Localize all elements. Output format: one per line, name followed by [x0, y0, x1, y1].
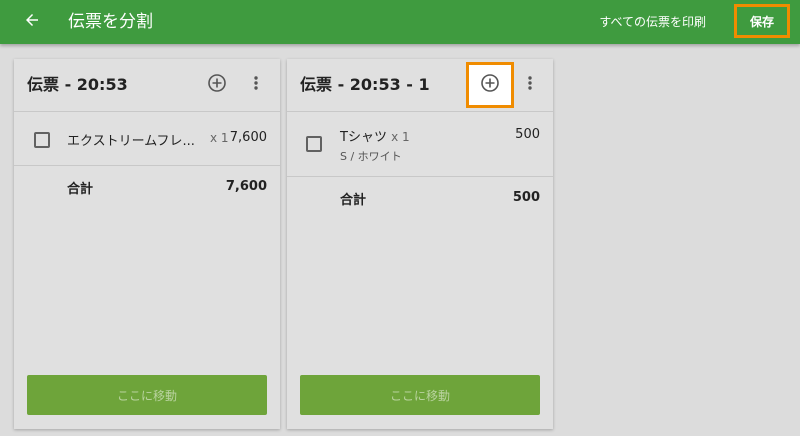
more-menu-button[interactable] [520, 73, 540, 97]
item-price: 7,600 [229, 130, 267, 145]
save-button[interactable]: 保存 [734, 4, 790, 38]
item-row[interactable]: エクストリームフレ... x 1 7,600 [14, 112, 280, 166]
item-name: Tシャツ x 1 [340, 126, 410, 145]
item-quantity: x 1 [210, 131, 229, 145]
more-vert-icon [527, 75, 533, 95]
card-header: 伝票 - 20:53 [14, 59, 280, 112]
add-button[interactable] [466, 62, 514, 108]
back-button[interactable] [18, 8, 46, 36]
move-here-button[interactable]: ここに移動 [300, 375, 540, 415]
item-checkbox[interactable] [306, 136, 322, 152]
item-row[interactable]: Tシャツ x 1 S / ホワイト 500 [287, 112, 553, 177]
card-title: 伝票 - 20:53 - 1 [300, 75, 430, 94]
total-label: 合計 [340, 193, 367, 208]
card-header: 伝票 - 20:53 - 1 [287, 59, 553, 112]
more-vert-icon [253, 75, 259, 95]
add-circle-icon [207, 73, 227, 97]
move-here-button[interactable]: ここに移動 [27, 375, 267, 415]
card-title: 伝票 - 20:53 [27, 75, 128, 94]
total-value: 500 [512, 190, 540, 205]
item-name-text: エクストリームフレ... [67, 134, 195, 149]
item-price: 500 [515, 127, 540, 142]
app-bar: 伝票を分割 すべての伝票を印刷 保存 [0, 0, 800, 44]
add-button[interactable] [205, 73, 229, 97]
print-all-button[interactable]: すべての伝票を印刷 [599, 0, 706, 44]
item-name: エクストリームフレ... [67, 130, 195, 149]
total-label: 合計 [67, 182, 94, 197]
page-title: 伝票を分割 [68, 12, 153, 32]
add-circle-icon [480, 73, 500, 97]
more-menu-button[interactable] [246, 73, 266, 97]
item-checkbox[interactable] [34, 132, 50, 148]
arrow-left-icon [23, 11, 41, 33]
item-variant: S / ホワイト [340, 150, 402, 163]
receipt-card: 伝票 - 20:53 エクストリームフレ... x 1 7,600 合計 7,6… [14, 59, 280, 429]
item-name-text: Tシャツ [340, 130, 387, 145]
total-value: 7,600 [225, 179, 267, 194]
receipt-card: 伝票 - 20:53 - 1 Tシャツ x 1 S / ホワイト 500 合計 … [287, 59, 553, 429]
item-quantity: x 1 [391, 130, 410, 144]
